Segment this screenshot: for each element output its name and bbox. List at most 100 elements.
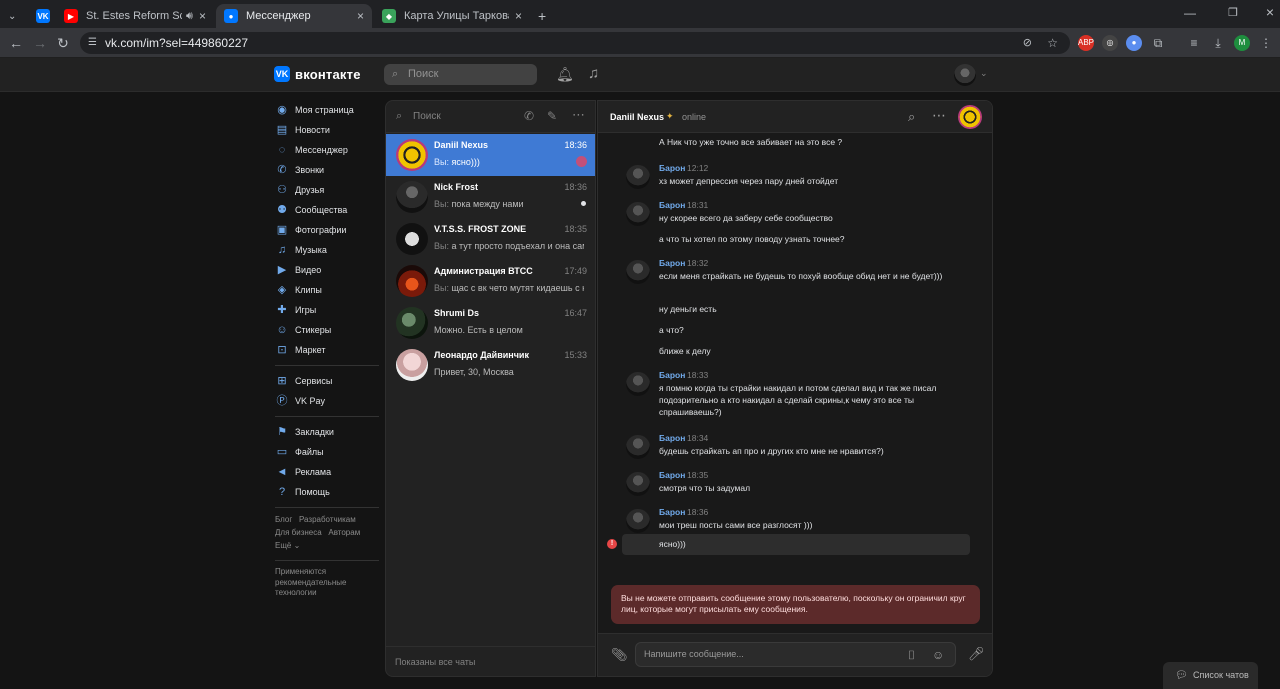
emoji-icon[interactable]: ☺: [932, 648, 944, 662]
tab-3[interactable]: ◆ Карта Улицы Таркова | Escape ×: [374, 4, 530, 28]
reload-icon[interactable]: ↻: [55, 35, 71, 51]
tab-list-button[interactable]: ⌄: [4, 4, 26, 28]
footer-link-authors[interactable]: Авторам: [328, 528, 360, 537]
extension-2-icon[interactable]: ●: [1126, 35, 1142, 51]
camera-icon[interactable]: ⌷: [908, 648, 915, 662]
user-avatar[interactable]: [954, 64, 976, 86]
conversation-item[interactable]: Shrumi Ds 16:47 Можно. Есть в целом: [386, 302, 595, 344]
chat-avatar[interactable]: [958, 105, 982, 129]
conversation-list-header: ⌕ Поиск ✆ ✎ ⋯: [386, 101, 595, 133]
message-author[interactable]: Барон: [659, 470, 685, 480]
vk-logo[interactable]: VK вконтакте: [274, 66, 361, 82]
close-icon[interactable]: ×: [509, 9, 522, 23]
sidebar-item-market[interactable]: ⊡ Маркет: [275, 340, 383, 360]
help-icon: ?: [278, 486, 286, 498]
new-tab-button[interactable]: +: [534, 4, 554, 28]
chat-title[interactable]: Daniil Nexus: [610, 112, 664, 122]
footer-link-more[interactable]: Ещё ⌄: [275, 541, 300, 550]
sidebar-item-chat[interactable]: ◌ Мессенджер: [275, 140, 383, 160]
close-icon[interactable]: ×: [351, 9, 364, 23]
chat-list-button[interactable]: 💬︎ Список чатов: [1163, 662, 1258, 689]
message-avatar[interactable]: [626, 509, 650, 533]
site-info-icon[interactable]: ☰: [88, 32, 97, 54]
more-dots-icon[interactable]: ⋯: [932, 107, 946, 124]
sidebar-item-video[interactable]: ▶ Видео: [275, 260, 383, 280]
footer-link-blog[interactable]: Блог: [275, 515, 292, 524]
message-avatar[interactable]: [626, 435, 650, 459]
sidebar-item-photo[interactable]: ▣ Фотографии: [275, 220, 383, 240]
tab-1[interactable]: ▶ St. Estes Reform School (Ext 🔊︎ ×: [56, 4, 214, 28]
message-author[interactable]: Барон: [659, 200, 685, 210]
message-avatar[interactable]: [626, 165, 650, 189]
conversation-item[interactable]: Администрация ВТСС 17:49 Вы: щас с вк чето…: [386, 260, 595, 302]
preview-text: Привет, 30, Москва: [434, 367, 514, 377]
conversation-list: ⌕ Поиск ✆ ✎ ⋯ Daniil Nexus 18:36 Вы: ясно)…: [385, 100, 596, 677]
sidebar-item-news[interactable]: ▤ Новости: [275, 120, 383, 140]
more-dots-icon[interactable]: ⋯: [572, 107, 585, 123]
conversation-item[interactable]: Nick Frost 18:36 Вы: пока между нами: [386, 176, 595, 218]
url-field[interactable]: ☰ vk.com/im?sel=449860227 ⊘ ☆: [80, 32, 1070, 54]
compose-icon[interactable]: ✎: [547, 109, 557, 123]
message-avatar[interactable]: [626, 202, 650, 226]
adblock-icon[interactable]: ABP: [1078, 35, 1094, 51]
footer-link-business[interactable]: Для бизнеса: [275, 528, 322, 537]
message-input[interactable]: Напишите сообщение... ⌷ ☺: [635, 642, 956, 667]
error-icon[interactable]: !: [607, 539, 617, 549]
conversation-search-input[interactable]: Поиск: [413, 111, 441, 122]
bell-icon[interactable]: 🔔︎: [556, 66, 574, 83]
call-icon[interactable]: ✆: [524, 109, 534, 123]
download-icon[interactable]: ⤓: [1210, 35, 1226, 51]
sidebar-item-services[interactable]: ⊞ Сервисы: [275, 371, 383, 391]
message-avatar[interactable]: [626, 472, 650, 496]
conversation-item[interactable]: Леонардо Дайвинчик 15:33 Привет, 30, Моск…: [386, 344, 595, 386]
back-arrow-icon[interactable]: ←: [8, 35, 24, 51]
search-icon[interactable]: ⌕: [908, 109, 915, 125]
message-author[interactable]: Барон: [659, 433, 685, 443]
message-author[interactable]: Барон: [659, 507, 685, 517]
message-author[interactable]: Барон: [659, 370, 685, 380]
window-close-icon[interactable]: ×: [1266, 4, 1274, 20]
close-icon[interactable]: ×: [193, 9, 206, 23]
forward-arrow-icon[interactable]: →: [32, 35, 48, 51]
message-avatar[interactable]: [626, 372, 650, 396]
microphone-icon[interactable]: 🎤︎: [968, 647, 985, 661]
eye-off-icon[interactable]: ⊘: [1023, 32, 1032, 54]
my-message[interactable]: ясно))): [622, 534, 970, 555]
sidebar-item-help[interactable]: ? Помощь: [275, 482, 383, 502]
sidebar-item-friends[interactable]: ⚇ Друзья: [275, 180, 383, 200]
extension-icon[interactable]: ◎: [1102, 35, 1118, 51]
profile-avatar[interactable]: M: [1234, 35, 1250, 51]
puzzle-icon[interactable]: ⧉: [1150, 35, 1166, 51]
top-search-input[interactable]: ⌕ Поиск: [384, 64, 537, 85]
sidebar-item-music[interactable]: ♫ Музыка: [275, 240, 383, 260]
maximize-icon[interactable]: ❐: [1228, 6, 1238, 19]
message-author[interactable]: Барон: [659, 258, 685, 268]
conversation-preview: Вы: пока между нами: [434, 199, 584, 209]
tab-2[interactable]: ● Мессенджер ×: [216, 4, 372, 28]
star-icon[interactable]: ☆: [1047, 32, 1058, 54]
footer-link-dev[interactable]: Разработчикам: [299, 515, 356, 524]
sidebar-item-phone[interactable]: ✆ Звонки: [275, 160, 383, 180]
sidebar-item-vkpay[interactable]: Ⓟ VK Pay: [275, 391, 383, 411]
sidebar-item-bookmark[interactable]: ⚑ Закладки: [275, 422, 383, 442]
minimize-icon[interactable]: —: [1184, 6, 1196, 20]
sidebar-item-communities[interactable]: ⚉ Сообщества: [275, 200, 383, 220]
chevron-down-icon[interactable]: ⌄: [980, 68, 988, 79]
message-avatar[interactable]: [626, 260, 650, 284]
music-note-icon[interactable]: ♫: [588, 65, 599, 82]
tab-0[interactable]: VK: [28, 4, 54, 28]
sidebar-item-stickers[interactable]: ☺ Стикеры: [275, 320, 383, 340]
sidebar-item-files[interactable]: ▭ Файлы: [275, 442, 383, 462]
sidebar-item-ads[interactable]: ◄ Реклама: [275, 462, 383, 482]
media-icon[interactable]: ≡: [1186, 35, 1202, 51]
message-author[interactable]: Барон: [659, 163, 685, 173]
speaker-icon[interactable]: 🔊︎: [186, 10, 193, 23]
sidebar-item-user[interactable]: ◉ Моя страница: [275, 100, 383, 120]
sidebar-item-label: Фотографии: [295, 225, 347, 235]
conversation-item[interactable]: Daniil Nexus 18:36 Вы: ясно))): [386, 134, 595, 176]
sidebar-item-games[interactable]: ✚ Игры: [275, 300, 383, 320]
paperclip-icon[interactable]: 📎︎: [611, 648, 628, 662]
conversation-item[interactable]: V.T.S.S. FROST ZONE 18:35 Вы: а тут просто…: [386, 218, 595, 260]
sidebar-item-clips[interactable]: ◈ Клипы: [275, 280, 383, 300]
menu-dots-icon[interactable]: ⋮: [1258, 35, 1274, 51]
